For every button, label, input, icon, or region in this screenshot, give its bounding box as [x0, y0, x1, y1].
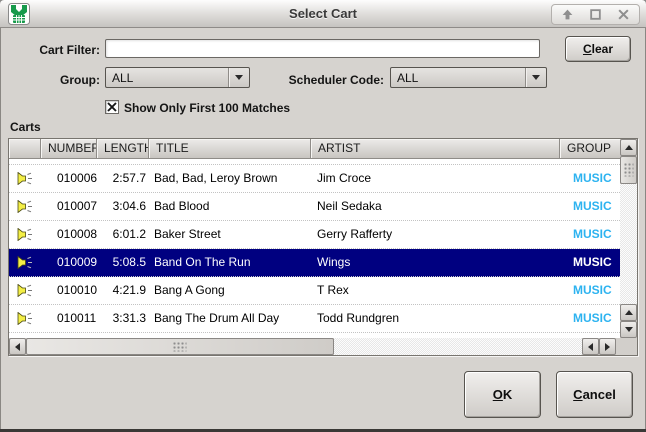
table-row[interactable]: 010006 2:57.7 Bad, Bad, Leroy Brown Jim … — [9, 165, 620, 193]
window-title: Select Cart — [0, 0, 646, 28]
vertical-scrollbar-track[interactable] — [620, 184, 637, 304]
speaker-icon — [9, 249, 41, 276]
scheduler-code-select[interactable]: ALL — [390, 67, 547, 88]
scroll-up-icon[interactable] — [620, 304, 637, 321]
cart-list-viewport: 010005 2:55.5 Backstabbers O'Jays MUSIC … — [9, 159, 620, 338]
column-header-icon[interactable] — [9, 139, 41, 158]
clear-button[interactable]: Clear — [565, 36, 631, 62]
cart-filter-label: Cart Filter: — [10, 43, 100, 57]
vertical-scrollbar-thumb[interactable] — [620, 156, 637, 184]
group-label: Group: — [10, 73, 100, 87]
scroll-down-icon[interactable] — [620, 321, 637, 338]
cart-filter-input[interactable] — [105, 39, 540, 58]
column-header-length[interactable]: LENGTH — [97, 139, 149, 158]
column-header-artist[interactable]: ARTIST — [311, 139, 560, 158]
speaker-icon — [9, 221, 41, 248]
cart-list: NUMBER LENGTH TITLE ARTIST GROUP 010005 … — [8, 138, 638, 356]
shade-window-icon[interactable] — [561, 8, 574, 21]
show-only-label: Show Only First 100 Matches — [124, 101, 290, 115]
show-only-checkbox[interactable] — [105, 100, 119, 114]
select-cart-dialog: Select Cart Cart Filter: Clear Group: AL… — [0, 0, 646, 432]
scheduler-code-label: Scheduler Code: — [240, 73, 384, 87]
table-row[interactable]: 010010 4:21.9 Bang A Gong T Rex MUSIC — [9, 277, 620, 305]
horizontal-scrollbar — [9, 338, 616, 355]
horizontal-scrollbar-thumb[interactable] — [26, 338, 334, 355]
scroll-left-icon[interactable] — [9, 338, 26, 355]
group-selected-value: ALL — [112, 71, 133, 85]
speaker-icon — [9, 305, 41, 332]
close-window-icon[interactable] — [617, 8, 630, 21]
table-row[interactable]: 010008 6:01.2 Baker Street Gerry Raffert… — [9, 221, 620, 249]
table-row[interactable]: 010011 3:31.3 Bang The Drum All Day Todd… — [9, 305, 620, 333]
table-row-selected[interactable]: 010009 5:08.5 Band On The Run Wings MUSI… — [9, 249, 620, 277]
ok-button[interactable]: OK — [464, 371, 541, 418]
window-controls — [551, 4, 640, 25]
carts-section-label: Carts — [10, 120, 41, 134]
scroll-left-icon[interactable] — [582, 338, 599, 355]
scroll-up-icon[interactable] — [620, 139, 637, 156]
title-bar[interactable]: Select Cart — [0, 0, 646, 28]
maximize-window-icon[interactable] — [589, 8, 602, 21]
cancel-button[interactable]: Cancel — [556, 371, 633, 418]
speaker-icon — [9, 193, 41, 220]
scroll-right-icon[interactable] — [599, 338, 616, 355]
group-select[interactable]: ALL — [105, 67, 250, 88]
scheduler-dropdown-arrow-icon — [525, 68, 546, 87]
speaker-icon — [9, 277, 41, 304]
column-header-number[interactable]: NUMBER — [41, 139, 97, 158]
speaker-icon — [9, 165, 41, 192]
scrollbar-corner — [616, 338, 637, 355]
speaker-icon — [9, 159, 41, 164]
vertical-scrollbar — [620, 139, 637, 338]
cart-list-header: NUMBER LENGTH TITLE ARTIST GROUP — [9, 139, 637, 159]
horizontal-scrollbar-track[interactable] — [334, 338, 582, 355]
table-row[interactable]: 010007 3:04.6 Bad Blood Neil Sedaka MUSI… — [9, 193, 620, 221]
column-header-title[interactable]: TITLE — [149, 139, 311, 158]
scheduler-selected-value: ALL — [397, 71, 418, 85]
